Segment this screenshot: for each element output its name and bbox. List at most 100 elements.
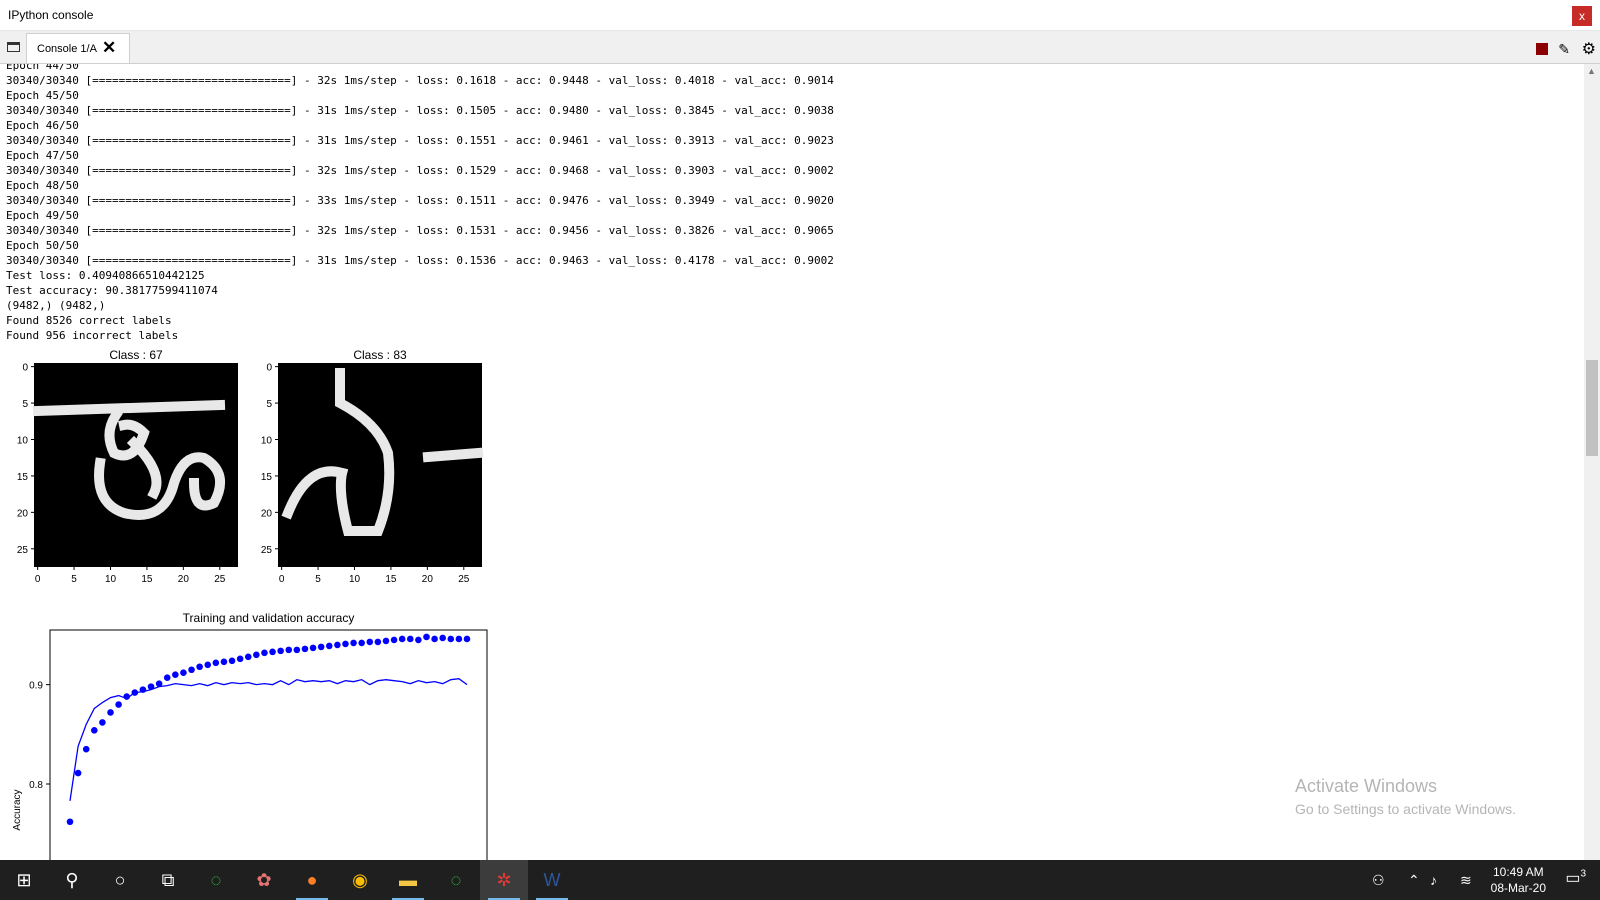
stop-icon[interactable]	[1536, 43, 1548, 55]
data-point-training	[374, 638, 382, 646]
x-tick-label: 5	[315, 574, 321, 585]
tab-bar: Console 1/A ✕ ✎ ⚙	[0, 31, 1600, 64]
console-output[interactable]: Epoch 44/50 30340/30340 [================…	[0, 64, 1584, 860]
chart-title: Training and validation accuracy	[183, 611, 355, 625]
console-line: 30340/30340 [===========================…	[6, 104, 834, 117]
console-line: (9482,) (9482,)	[6, 299, 106, 312]
clock[interactable]: 10:49 AM 08-Mar-20	[1491, 864, 1546, 896]
y-tick-label: 0	[22, 363, 28, 374]
console-line: Epoch 44/50	[6, 64, 79, 72]
firefox-icon[interactable]: ●	[288, 860, 336, 900]
data-point-training	[244, 653, 252, 661]
window-title: IPython console	[8, 8, 94, 22]
data-point-training	[66, 818, 74, 826]
tab-console[interactable]: Console 1/A ✕	[26, 33, 130, 63]
image-plot-class-83: Class : 83 0 0 5 5 10 10 15 15 20 20 25 25	[261, 349, 484, 585]
data-point-training	[309, 644, 317, 652]
y-axis-label: Accuracy	[12, 789, 23, 830]
chevron-up-icon[interactable]: ⌃	[1408, 860, 1420, 900]
data-point-training	[293, 646, 301, 654]
window-titlebar: IPython console x	[0, 0, 1600, 31]
console-text: Epoch 44/50 30340/30340 [================…	[6, 64, 834, 343]
data-point-training	[261, 649, 268, 657]
word-icon[interactable]: W	[528, 860, 576, 900]
data-point-training	[188, 666, 195, 674]
y-tick-label: 5	[22, 399, 28, 410]
y-tick-label: 15	[261, 472, 273, 483]
data-point-training	[74, 769, 82, 777]
watermark-subtitle: Go to Settings to activate Windows.	[1295, 801, 1516, 817]
clock-date: 08-Mar-20	[1490, 881, 1546, 895]
console-line: 30340/30340 [===========================…	[6, 74, 834, 87]
app-sync-icon-2[interactable]: ◌	[432, 860, 480, 900]
folder-icon[interactable]	[7, 42, 20, 52]
search-icon[interactable]: ⚲	[48, 860, 96, 900]
accuracy-chart: Training and validation accuracy0.90.80.…	[12, 611, 488, 860]
data-point-training	[115, 701, 122, 708]
image-stroke	[32, 399, 226, 417]
vertical-scrollbar[interactable]: ▲	[1584, 64, 1600, 860]
y-tick-label: 5	[266, 399, 272, 410]
y-tick-label: 0.9	[29, 681, 43, 692]
data-point-training	[301, 645, 309, 653]
data-point-training	[455, 635, 463, 643]
spyder-icon[interactable]: ✲	[480, 860, 528, 900]
y-tick-label: 25	[261, 545, 273, 556]
x-tick-label: 25	[214, 574, 226, 585]
gear-icon[interactable]: ⚙	[1582, 39, 1596, 59]
data-point-training	[204, 661, 212, 669]
wifi-icon[interactable]: ≋	[1460, 860, 1472, 900]
data-point-training	[180, 669, 187, 677]
task-view-icon[interactable]: ⧉	[144, 860, 192, 900]
data-point-training	[342, 640, 349, 648]
cortana-icon[interactable]: ○	[96, 860, 144, 900]
data-point-training	[325, 642, 333, 650]
x-tick-label: 5	[71, 574, 77, 585]
image-title: Class : 67	[109, 349, 163, 362]
chrome-icon[interactable]: ◉	[336, 860, 384, 900]
scroll-up-icon[interactable]: ▲	[1587, 66, 1596, 76]
app-paint-icon[interactable]: ✿	[240, 860, 288, 900]
eraser-icon[interactable]: ✎	[1558, 41, 1570, 58]
watermark-title: Activate Windows	[1295, 776, 1438, 796]
data-point-training	[334, 641, 341, 649]
scrollbar-thumb[interactable]	[1586, 360, 1598, 456]
people-icon[interactable]: ⚇	[1372, 860, 1385, 900]
close-icon[interactable]: ✕	[102, 38, 116, 58]
x-tick-label: 15	[141, 574, 153, 585]
y-tick-label: 0	[266, 363, 272, 374]
data-point-training	[423, 633, 430, 641]
console-line: Found 8526 correct labels	[6, 314, 172, 327]
data-point-training	[107, 709, 114, 716]
data-point-training	[390, 636, 398, 644]
y-tick-label: 25	[17, 545, 29, 556]
data-point-training	[163, 674, 171, 681]
y-tick-label: 20	[17, 508, 29, 519]
data-point-training	[398, 635, 406, 643]
data-point-training	[228, 657, 236, 665]
close-button[interactable]: x	[1572, 6, 1592, 26]
x-tick-label: 20	[422, 574, 434, 585]
taskbar: ⊞ ⚲ ○ ⧉ ◌ ✿ ● ◉ ▬ ◌ ✲ W ⚇ ⌃ ♪ ≋ 10:49 AM…	[0, 860, 1600, 900]
console-line: Epoch 46/50	[6, 119, 79, 132]
data-point-training	[236, 655, 244, 663]
y-tick-label: 15	[17, 472, 29, 483]
data-point-training	[277, 647, 284, 655]
data-point-training	[82, 745, 90, 753]
image-title: Class : 83	[353, 349, 407, 362]
data-point-training	[220, 658, 228, 666]
console-line: Epoch 49/50	[6, 209, 79, 222]
notification-icon[interactable]: ▭3	[1565, 868, 1586, 888]
clock-time: 10:49 AM	[1492, 865, 1544, 879]
file-explorer-icon[interactable]: ▬	[384, 860, 432, 900]
image-plot-class-67: Class : 67 0 0 5 5 10 10 15 15 20 20 25 25	[17, 349, 238, 585]
data-point-training	[447, 635, 455, 643]
app-sync-icon[interactable]: ◌	[192, 860, 240, 900]
tab-label: Console 1/A	[37, 43, 97, 55]
data-point-training	[431, 635, 438, 643]
data-point-training	[439, 634, 446, 642]
y-tick-label: 10	[17, 436, 29, 447]
volume-icon[interactable]: ♪	[1430, 860, 1437, 900]
data-point-training	[91, 727, 98, 734]
windows-start-icon[interactable]: ⊞	[0, 860, 48, 900]
